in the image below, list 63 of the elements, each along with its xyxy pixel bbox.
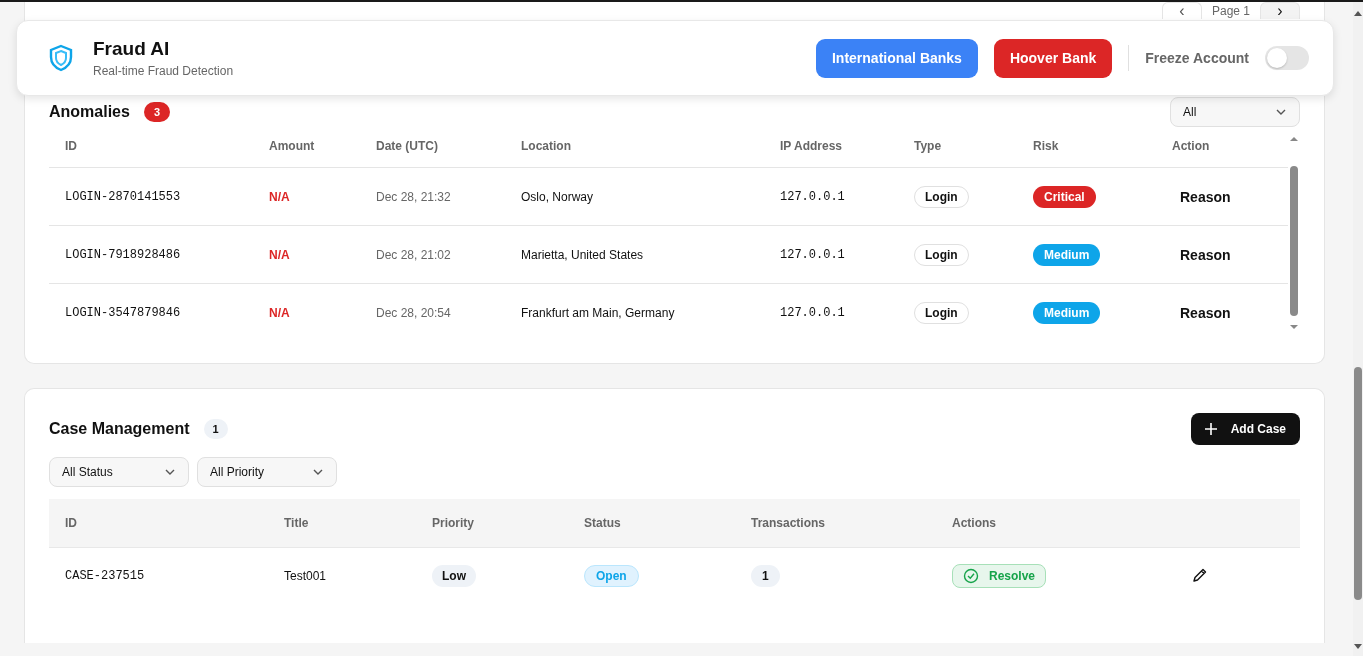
column-header: ID xyxy=(64,139,78,153)
table-cell-text: Dec 28, 21:02 xyxy=(375,247,452,262)
previous-page-button[interactable]: ‹ xyxy=(1161,2,1202,19)
table-cell-text: Dec 28, 21:32 xyxy=(375,189,452,204)
page-label: Page 1 xyxy=(1211,4,1250,18)
dropdown-value: All xyxy=(1183,105,1197,119)
filter-dropdown[interactable]: All xyxy=(1170,97,1300,127)
table-cell-text: 127.0.0.1 xyxy=(779,189,846,204)
column-header: Transactions xyxy=(750,516,827,530)
table-cell-text: LOGIN-2870141553 xyxy=(64,189,182,204)
pencil-icon[interactable] xyxy=(1192,566,1208,583)
table-cell-text: Test001 xyxy=(283,569,328,583)
reason-button[interactable]: Reason xyxy=(1172,184,1239,209)
table-cell-text: Oslo, Norway xyxy=(520,189,595,204)
scrollbar[interactable] xyxy=(1353,2,1363,656)
count-badge: 1 xyxy=(203,419,228,439)
table-cell-text: 127.0.0.1 xyxy=(779,305,846,320)
filter-dropdown[interactable]: All Status xyxy=(49,457,189,487)
section-title: Anomalies xyxy=(49,103,130,121)
table-cell-text: N/A xyxy=(268,305,291,320)
status-badge: Open xyxy=(584,565,639,587)
column-header: Priority xyxy=(431,516,475,530)
check-circle-icon xyxy=(963,568,979,584)
reason-button[interactable]: Reason xyxy=(1172,300,1239,325)
freeze-label: Freeze Account xyxy=(1145,50,1249,66)
column-header: IP Address xyxy=(779,139,844,153)
table-cell-text: Marietta, United States xyxy=(520,247,645,262)
count-badge: 3 xyxy=(143,102,171,122)
table-cell-text: CASE-237515 xyxy=(64,569,146,583)
column-header: Location xyxy=(520,139,572,153)
app-subtitle: Real-time Fraud Detection xyxy=(93,64,234,78)
column-header: Actions xyxy=(951,516,997,530)
column-header: ID xyxy=(64,516,78,530)
table-cell-text: Dec 28, 20:54 xyxy=(375,305,452,320)
risk-badge: Medium xyxy=(1033,301,1101,324)
table-cell-text: N/A xyxy=(268,247,291,262)
table-cell-text: LOGIN-7918928486 xyxy=(64,247,182,262)
bank-button[interactable]: Hoover Bank xyxy=(993,38,1113,78)
section-title: Case Management xyxy=(49,420,190,438)
table-cell-text: N/A xyxy=(268,189,291,204)
app-title: Fraud AI xyxy=(93,38,171,60)
filter-dropdown[interactable]: All Priority xyxy=(197,457,337,487)
column-header: Type xyxy=(913,139,943,153)
column-header: Risk xyxy=(1032,139,1060,153)
shield-icon xyxy=(49,44,73,72)
next-page-button[interactable]: › xyxy=(1260,2,1300,19)
bank-button[interactable]: International Banks xyxy=(816,38,978,78)
column-header: Date (UTC) xyxy=(375,139,439,153)
column-header: Amount xyxy=(268,139,316,153)
table-cell-text: Frankfurt am Main, Germany xyxy=(520,305,676,320)
risk-badge: Critical xyxy=(1033,185,1096,208)
table-cell-text: LOGIN-3547879846 xyxy=(64,305,182,320)
transactions-count: 1 xyxy=(751,565,780,587)
freeze-toggle[interactable] xyxy=(1265,46,1309,70)
plus-icon xyxy=(1204,423,1217,435)
priority-badge: Low xyxy=(432,565,476,587)
column-header: Title xyxy=(283,516,310,530)
column-header: Status xyxy=(583,516,622,530)
add-case-button[interactable]: Add Case xyxy=(1190,413,1300,445)
table-cell-text: 127.0.0.1 xyxy=(779,247,846,262)
reason-button[interactable]: Reason xyxy=(1172,242,1239,267)
risk-badge: Medium xyxy=(1033,243,1101,266)
column-header: Action xyxy=(1171,139,1211,153)
